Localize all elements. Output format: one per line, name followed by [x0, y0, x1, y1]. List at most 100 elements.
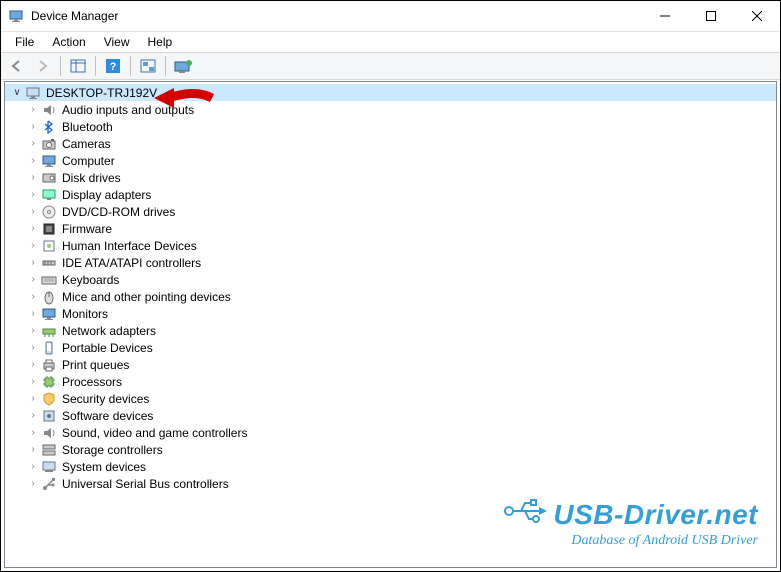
expand-icon[interactable]: › — [27, 444, 39, 455]
monitor-icon — [41, 306, 57, 322]
menu-view[interactable]: View — [96, 34, 138, 50]
tree-item-label: Cameras — [60, 137, 111, 151]
menu-action[interactable]: Action — [44, 34, 93, 50]
tree-item-label: Portable Devices — [60, 341, 153, 355]
expand-icon[interactable]: › — [27, 257, 39, 268]
expand-icon[interactable]: › — [27, 342, 39, 353]
tree-item[interactable]: ›Display adapters — [5, 186, 776, 203]
expand-icon[interactable]: › — [27, 308, 39, 319]
software-icon — [41, 408, 57, 424]
computer-icon — [25, 85, 41, 101]
tree-item[interactable]: › Security devices — [5, 390, 776, 407]
tree-item-label: Disk drives — [60, 171, 121, 185]
tree-item[interactable]: › Keyboards — [5, 271, 776, 288]
svg-text:?: ? — [110, 61, 117, 73]
expand-icon[interactable]: › — [27, 104, 39, 115]
menu-help[interactable]: Help — [140, 34, 181, 50]
tree-item-label: Keyboards — [60, 273, 119, 287]
tree-item[interactable]: › Firmware — [5, 220, 776, 237]
forward-button[interactable] — [31, 55, 55, 77]
tree-item-label: IDE ATA/ATAPI controllers — [60, 256, 201, 270]
tree-item[interactable]: › Disk drives — [5, 169, 776, 186]
scan-hardware-button[interactable] — [136, 55, 160, 77]
display-icon — [41, 187, 57, 203]
tree-item[interactable]: ›Processors — [5, 373, 776, 390]
expand-icon[interactable]: › — [27, 427, 39, 438]
firmware-icon — [41, 221, 57, 237]
show-hide-tree-button[interactable] — [66, 55, 90, 77]
tree-item[interactable]: › Portable Devices — [5, 339, 776, 356]
tree-item[interactable]: ›Monitors — [5, 305, 776, 322]
expand-icon[interactable]: › — [27, 189, 39, 200]
tree-item[interactable]: › Audio inputs and outputs — [5, 101, 776, 118]
tree-item[interactable]: › Computer — [5, 152, 776, 169]
menubar: File Action View Help — [1, 32, 780, 52]
expand-icon[interactable]: › — [27, 291, 39, 302]
tree-item[interactable]: › Print queues — [5, 356, 776, 373]
tree-item-label: Print queues — [60, 358, 129, 372]
back-button[interactable] — [5, 55, 29, 77]
tree-item-label: System devices — [60, 460, 146, 474]
tree-item[interactable]: › Cameras — [5, 135, 776, 152]
bluetooth-icon — [41, 119, 57, 135]
tree-item[interactable]: ›Software devices — [5, 407, 776, 424]
expand-icon[interactable]: › — [27, 359, 39, 370]
tree-root-label: DESKTOP-TRJ192V — [44, 86, 157, 100]
tree-item-label: DVD/CD-ROM drives — [60, 205, 175, 219]
tree-item[interactable]: › IDE ATA/ATAPI controllers — [5, 254, 776, 271]
tree-root[interactable]: ∨ DESKTOP-TRJ192V — [5, 84, 776, 101]
speaker-icon — [41, 102, 57, 118]
expand-icon[interactable]: › — [27, 461, 39, 472]
tree-item[interactable]: ›Universal Serial Bus controllers — [5, 475, 776, 492]
mouse-icon — [41, 289, 57, 305]
device-tree[interactable]: ∨ DESKTOP-TRJ192V › Audio inputs and output… — [5, 82, 776, 494]
expand-icon[interactable]: › — [27, 410, 39, 421]
toolbar-separator — [130, 56, 131, 76]
collapse-icon[interactable]: ∨ — [11, 87, 23, 98]
help-button[interactable]: ? — [101, 55, 125, 77]
expand-icon[interactable]: › — [27, 274, 39, 285]
tree-item-label: Mice and other pointing devices — [60, 290, 231, 304]
expand-icon[interactable]: › — [27, 155, 39, 166]
maximize-button[interactable] — [688, 1, 734, 31]
minimize-button[interactable] — [642, 1, 688, 31]
tree-item-label: Security devices — [60, 392, 149, 406]
printer-icon — [41, 357, 57, 373]
properties-button[interactable] — [171, 55, 195, 77]
tree-item[interactable]: › DVD/CD-ROM drives — [5, 203, 776, 220]
expand-icon[interactable]: › — [27, 138, 39, 149]
tree-item-label: Network adapters — [60, 324, 156, 338]
menu-file[interactable]: File — [7, 34, 42, 50]
expand-icon[interactable]: › — [27, 172, 39, 183]
expand-icon[interactable]: › — [27, 325, 39, 336]
close-button[interactable] — [734, 1, 780, 31]
storage-icon — [41, 442, 57, 458]
tree-item-label: Sound, video and game controllers — [60, 426, 247, 440]
tree-item[interactable]: ›Storage controllers — [5, 441, 776, 458]
tree-item[interactable]: ›Bluetooth — [5, 118, 776, 135]
toolbar-separator — [60, 56, 61, 76]
tree-item[interactable]: › System devices — [5, 458, 776, 475]
camera-icon — [41, 136, 57, 152]
expand-icon[interactable]: › — [27, 240, 39, 251]
dvd-icon — [41, 204, 57, 220]
expand-icon[interactable]: › — [27, 121, 39, 132]
tree-item[interactable]: › Mice and other pointing devices — [5, 288, 776, 305]
monitor-icon — [41, 153, 57, 169]
tree-item-label: Firmware — [60, 222, 112, 236]
expand-icon[interactable]: › — [27, 206, 39, 217]
expand-icon[interactable]: › — [27, 393, 39, 404]
tree-item[interactable]: › Sound, video and game controllers — [5, 424, 776, 441]
window-icon — [1, 8, 31, 24]
tree-item-label: Computer — [60, 154, 115, 168]
tree-item[interactable]: › Network adapters — [5, 322, 776, 339]
expand-icon[interactable]: › — [27, 376, 39, 387]
network-icon — [41, 323, 57, 339]
hid-icon — [41, 238, 57, 254]
expand-icon[interactable]: › — [27, 223, 39, 234]
expand-icon[interactable]: › — [27, 478, 39, 489]
toolbar: ? — [1, 52, 780, 80]
disk-icon — [41, 170, 57, 186]
tree-item[interactable]: ›Human Interface Devices — [5, 237, 776, 254]
tree-item-label: Audio inputs and outputs — [60, 103, 194, 117]
